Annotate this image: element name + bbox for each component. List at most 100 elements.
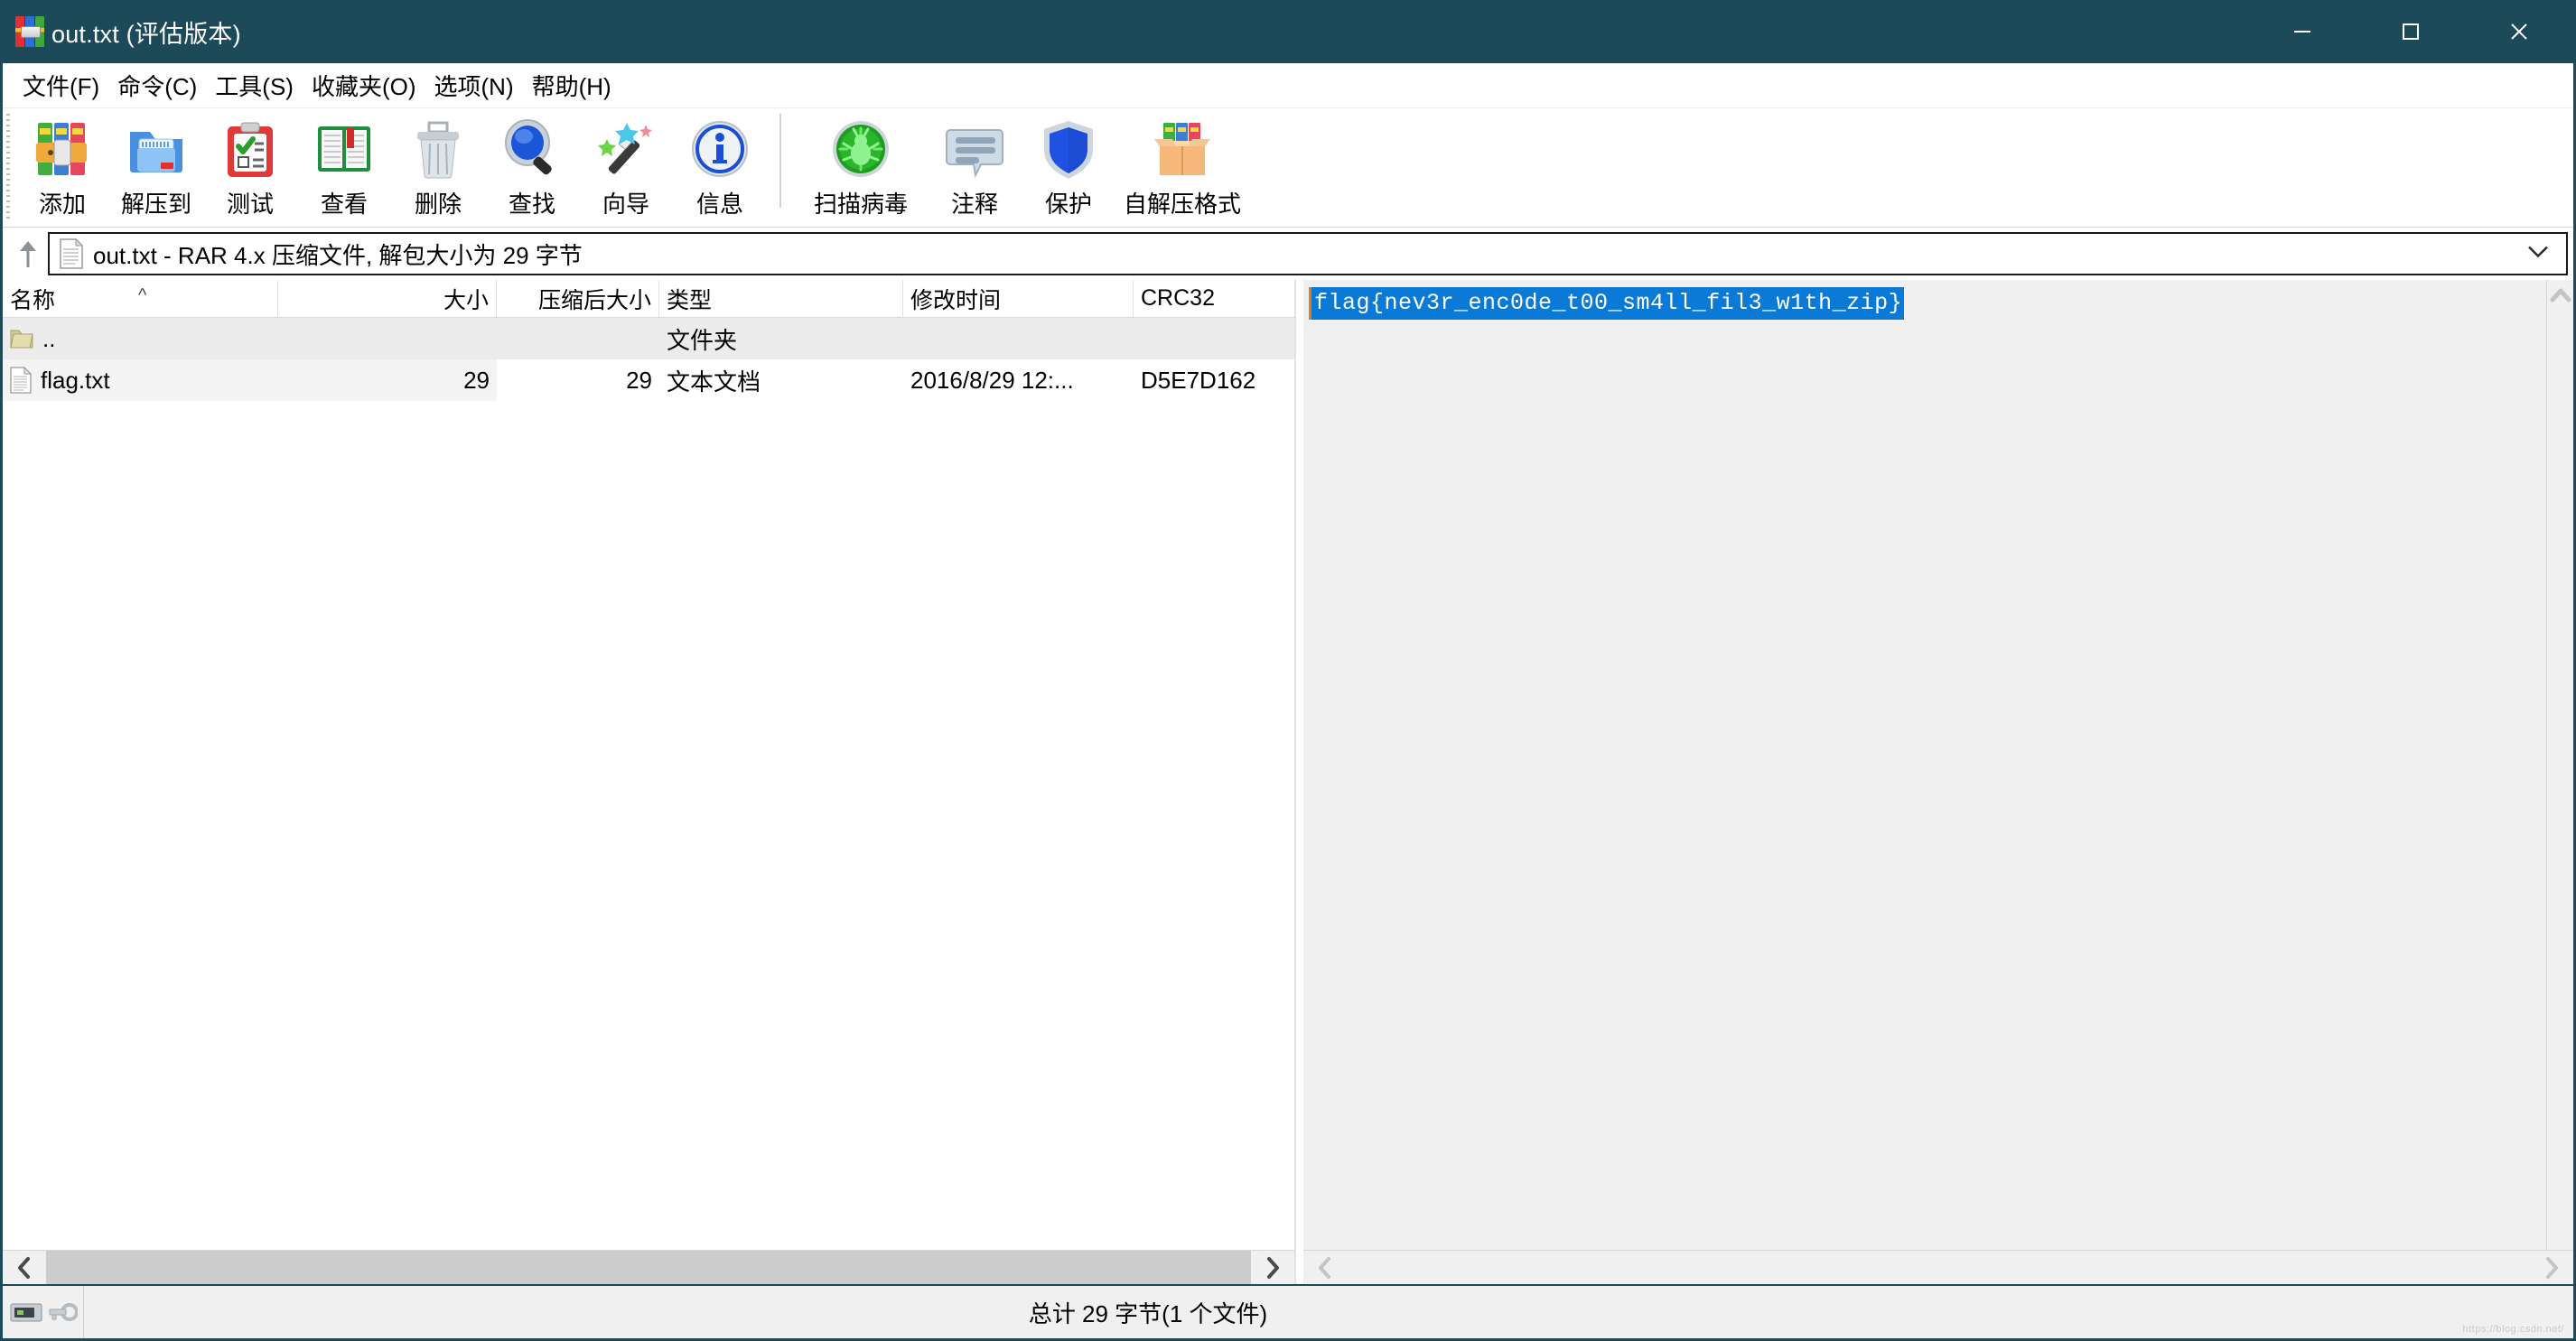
find-magnifier-icon <box>499 116 565 182</box>
toolbar-button-sfx[interactable]: 自解压格式 <box>1115 108 1249 224</box>
title-bar: out.txt (评估版本) <box>3 0 2573 63</box>
maximize-button[interactable] <box>2357 0 2465 63</box>
main-content: 名称 ^ 大小 压缩后大小 类型 修改时间 CRC32 .. 文件夹 flag.… <box>3 280 2573 1284</box>
close-button[interactable] <box>2465 0 2573 63</box>
toolbar-label-test: 测试 <box>226 191 274 218</box>
comment-bubble-icon <box>941 116 1008 182</box>
window-controls <box>2248 0 2573 63</box>
menu-item-tools[interactable]: 工具(S) <box>206 69 303 102</box>
title-left-group: out.txt (评估版本) <box>3 14 241 50</box>
toolbar-button-wizard[interactable]: 向导 <box>579 108 673 224</box>
virus-scan-bug-icon <box>827 116 894 182</box>
table-row[interactable]: flag.txt 29 29 文本文档 2016/8/29 12:... D5E… <box>3 359 1294 401</box>
archive-file-list-pane: 名称 ^ 大小 压缩后大小 类型 修改时间 CRC32 .. 文件夹 flag.… <box>3 280 1296 1284</box>
winrar-window: out.txt (评估版本) 文件(F) 命令(C) 工具(S) 收藏夹(O) … <box>0 0 2576 1341</box>
status-right-area: https://blog.csdn.net/ <box>2212 1286 2573 1338</box>
sfx-box-icon <box>1149 116 1216 182</box>
row-size-cell <box>278 318 497 359</box>
status-bar: 总计 29 字节(1 个文件) https://blog.csdn.net/ <box>3 1284 2573 1338</box>
row-packed-cell <box>497 318 659 359</box>
menu-item-file[interactable]: 文件(F) <box>14 69 108 102</box>
row-crc-cell <box>1134 318 1294 359</box>
row-modified-cell <box>903 318 1134 359</box>
view-book-icon <box>311 116 378 182</box>
row-name-text: .. <box>42 324 56 352</box>
menu-item-favorites[interactable]: 收藏夹(O) <box>303 69 425 102</box>
table-row[interactable]: .. 文件夹 <box>3 318 1294 359</box>
delete-trash-icon <box>405 116 471 182</box>
toolbar-label-delete: 删除 <box>414 191 462 218</box>
toolbar-label-info: 信息 <box>695 191 743 218</box>
file-list-header: 名称 ^ 大小 压缩后大小 类型 修改时间 CRC32 <box>3 280 1294 318</box>
preview-text-area[interactable]: flag{nev3r_enc0de_t00_sm4ll_fil3_w1th_zi… <box>1303 280 2546 1250</box>
column-header-packed-size[interactable]: 压缩后大小 <box>497 280 659 317</box>
row-name-cell: flag.txt <box>3 359 278 401</box>
key-icon <box>49 1303 78 1321</box>
protect-shield-icon <box>1035 116 1102 182</box>
toolbar-button-info[interactable]: 信息 <box>673 108 767 224</box>
toolbar-button-extract-to[interactable]: 解压到 <box>109 108 203 224</box>
row-packed-cell: 29 <box>626 366 652 394</box>
toolbar-button-delete[interactable]: 删除 <box>391 108 485 224</box>
toolbar-button-find[interactable]: 查找 <box>485 108 579 224</box>
preview-horizontal-scrollbar[interactable] <box>1303 1250 2573 1284</box>
row-name-cell: .. <box>3 318 278 359</box>
row-name-text: flag.txt <box>41 366 110 394</box>
up-arrow-icon <box>20 241 36 267</box>
minimize-icon <box>2294 31 2310 33</box>
status-total-group: 总计 29 字节(1 个文件) <box>84 1296 2212 1329</box>
column-header-modified[interactable]: 修改时间 <box>903 280 1134 317</box>
menu-item-options[interactable]: 选项(N) <box>425 69 523 102</box>
drive-icon <box>10 1303 42 1322</box>
column-header-name-label: 名称 <box>10 287 56 313</box>
text-file-icon <box>10 367 32 394</box>
scroll-left-button[interactable] <box>1303 1251 1347 1284</box>
column-header-name[interactable]: 名称 ^ <box>3 280 278 317</box>
toolbar: 添加 解压到 测试 查看 删除 查找 向导 信息 扫描病毒 注释 保护 自解压格… <box>3 108 2573 228</box>
preview-body: flag{nev3r_enc0de_t00_sm4ll_fil3_w1th_zi… <box>1303 280 2573 1250</box>
toolbar-button-comment[interactable]: 注释 <box>928 108 1022 224</box>
toolbar-label-view: 查看 <box>320 191 368 218</box>
toolbar-button-test[interactable]: 测试 <box>203 108 297 224</box>
preview-selected-text[interactable]: flag{nev3r_enc0de_t00_sm4ll_fil3_w1th_zi… <box>1309 287 1905 320</box>
info-circle-icon <box>686 116 753 182</box>
up-one-level-button[interactable] <box>8 233 48 275</box>
scroll-right-button[interactable] <box>2530 1251 2573 1284</box>
column-header-crc32[interactable]: CRC32 <box>1134 280 1294 317</box>
menu-item-help[interactable]: 帮助(H) <box>523 69 621 102</box>
row-type-cell: 文件夹 <box>667 326 738 354</box>
scroll-right-arrow-icon <box>2546 1256 2558 1279</box>
scroll-right-button[interactable] <box>1251 1251 1294 1284</box>
toolbar-label-comment: 注释 <box>950 191 998 218</box>
pane-splitter[interactable] <box>1296 280 1303 1284</box>
scroll-track[interactable] <box>46 1251 1251 1284</box>
scroll-thumb[interactable] <box>46 1251 1251 1284</box>
chevron-down-icon <box>2528 246 2548 258</box>
toolbar-button-view[interactable]: 查看 <box>297 108 391 224</box>
toolbar-label-extract-to: 解压到 <box>120 191 191 218</box>
toolbar-button-protect[interactable]: 保护 <box>1022 108 1115 224</box>
toolbar-button-scan-virus[interactable]: 扫描病毒 <box>794 108 928 224</box>
toolbar-label-protect: 保护 <box>1044 191 1092 218</box>
column-header-size[interactable]: 大小 <box>278 280 497 317</box>
folder-up-icon <box>10 330 33 349</box>
address-dropdown-button[interactable] <box>2526 245 2550 264</box>
preview-vertical-scrollbar[interactable] <box>2546 280 2573 1250</box>
column-header-type[interactable]: 类型 <box>659 280 903 317</box>
watermark-text: https://blog.csdn.net/ <box>2462 1324 2564 1335</box>
toolbar-button-add[interactable]: 添加 <box>15 108 109 224</box>
menu-item-commands[interactable]: 命令(C) <box>108 69 206 102</box>
add-archive-icon <box>29 116 96 182</box>
scroll-track[interactable] <box>1347 1251 2530 1284</box>
file-preview-pane: flag{nev3r_enc0de_t00_sm4ll_fil3_w1th_zi… <box>1303 280 2573 1284</box>
address-bar: out.txt - RAR 4.x 压缩文件, 解包大小为 29 字节 <box>3 228 2573 280</box>
scroll-up-arrow-icon[interactable] <box>2550 287 2571 303</box>
close-icon <box>2511 23 2527 40</box>
file-list-horizontal-scrollbar[interactable] <box>3 1250 1294 1284</box>
test-clipboard-icon <box>217 116 284 182</box>
minimize-button[interactable] <box>2248 0 2357 63</box>
sort-ascending-icon: ^ <box>138 285 147 305</box>
address-field[interactable]: out.txt - RAR 4.x 压缩文件, 解包大小为 29 字节 <box>48 232 2568 275</box>
maximize-icon <box>2403 23 2419 40</box>
scroll-left-button[interactable] <box>3 1251 46 1284</box>
